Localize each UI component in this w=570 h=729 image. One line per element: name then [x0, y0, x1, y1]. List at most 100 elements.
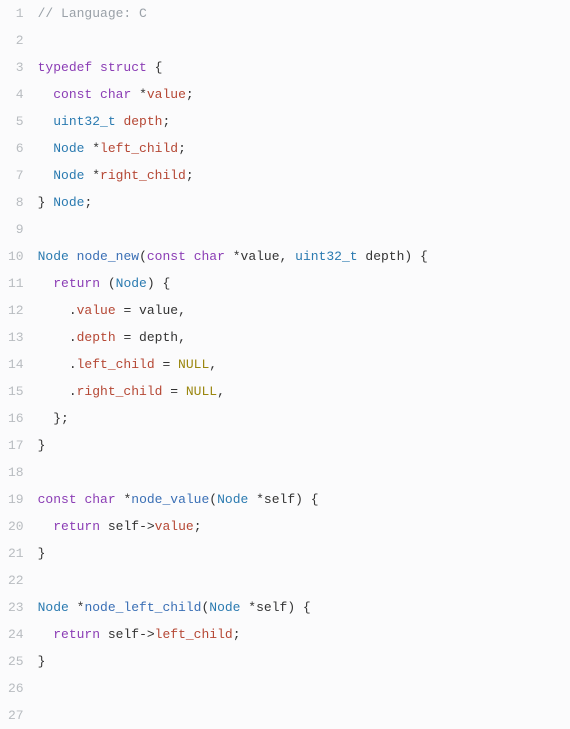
code-line: return (Node) { [38, 270, 560, 297]
code-line: .value = value, [38, 297, 560, 324]
punct-token: . [38, 303, 77, 318]
code-content[interactable]: // Language: C typedef struct { const ch… [38, 0, 570, 729]
code-line [38, 702, 560, 729]
punct-token: * [248, 492, 264, 507]
ident-token: value [139, 303, 178, 318]
keyword-token: const [147, 249, 186, 264]
function-token: node_new [77, 249, 139, 264]
code-line: uint32_t depth; [38, 108, 560, 135]
punct-token: ; [186, 87, 194, 102]
type-token: Node [53, 195, 84, 210]
line-number: 6 [8, 135, 24, 162]
code-editor: 1 2 3 4 5 6 7 8 9 10 11 12 13 14 15 16 1… [0, 0, 570, 729]
punct-token: , [178, 330, 186, 345]
type-token: Node [53, 168, 84, 183]
line-number: 13 [8, 324, 24, 351]
code-line: Node *node_left_child(Node *self) { [38, 594, 560, 621]
line-number: 18 [8, 459, 24, 486]
line-number: 5 [8, 108, 24, 135]
line-number: 7 [8, 162, 24, 189]
punct-token: } [38, 195, 54, 210]
punct-token: * [225, 249, 241, 264]
punct-token: * [241, 600, 257, 615]
punct-token: ; [233, 627, 241, 642]
line-number: 9 [8, 216, 24, 243]
line-number: 27 [8, 702, 24, 729]
punct-token: ; [84, 195, 92, 210]
punct-token: ) { [287, 600, 310, 615]
line-number-gutter: 1 2 3 4 5 6 7 8 9 10 11 12 13 14 15 16 1… [0, 0, 38, 729]
punct-token: * [69, 600, 85, 615]
op-token: = [116, 303, 139, 318]
code-line: return self->value; [38, 513, 560, 540]
code-line [38, 216, 560, 243]
line-number: 23 [8, 594, 24, 621]
keyword-token: const [53, 87, 92, 102]
punct-token: . [38, 357, 77, 372]
line-number: 20 [8, 513, 24, 540]
keyword-token: return [53, 519, 100, 534]
code-line: Node *right_child; [38, 162, 560, 189]
ident-token: self [256, 600, 287, 615]
field-token: value [77, 303, 116, 318]
keyword-token: struct [100, 60, 147, 75]
field-token: depth [123, 114, 162, 129]
punct-token: , [280, 249, 296, 264]
code-line: } Node; [38, 189, 560, 216]
punct-token: } [38, 546, 46, 561]
code-line: .left_child = NULL, [38, 351, 560, 378]
code-line: } [38, 432, 560, 459]
line-number: 24 [8, 621, 24, 648]
indent [38, 141, 54, 156]
type-token: Node [38, 249, 69, 264]
line-number: 1 [8, 0, 24, 27]
op-token: -> [139, 627, 155, 642]
line-number: 8 [8, 189, 24, 216]
code-line: const char *node_value(Node *self) { [38, 486, 560, 513]
indent [38, 627, 54, 642]
field-token: depth [77, 330, 116, 345]
ident-token: self [264, 492, 295, 507]
type-token: Node [38, 600, 69, 615]
type-token: Node [209, 600, 240, 615]
line-number: 15 [8, 378, 24, 405]
punct-token: * [116, 492, 132, 507]
field-token: left_child [100, 141, 178, 156]
keyword-token: char [194, 249, 225, 264]
ident-token: value [241, 249, 280, 264]
comment-token: // Language: C [38, 6, 147, 21]
punct-token: ; [186, 168, 194, 183]
field-token: value [155, 519, 194, 534]
line-number: 4 [8, 81, 24, 108]
op-token: = [155, 357, 178, 372]
punct-token: ; [194, 519, 202, 534]
ident-token: self [108, 519, 139, 534]
code-line: typedef struct { [38, 54, 560, 81]
indent [38, 276, 54, 291]
punct-token: } [38, 654, 46, 669]
code-line: return self->left_child; [38, 621, 560, 648]
field-token: left_child [155, 627, 233, 642]
space [100, 519, 108, 534]
punct-token: }; [38, 411, 69, 426]
keyword-token: const [38, 492, 77, 507]
indent [38, 114, 54, 129]
line-number: 12 [8, 297, 24, 324]
indent [38, 168, 54, 183]
line-number: 11 [8, 270, 24, 297]
field-token: value [147, 87, 186, 102]
keyword-token: char [84, 492, 115, 507]
ident-token: self [108, 627, 139, 642]
const-token: NULL [178, 357, 209, 372]
line-number: 22 [8, 567, 24, 594]
type-token: uint32_t [295, 249, 357, 264]
code-line [38, 459, 560, 486]
op-token: = [116, 330, 139, 345]
punct-token: ) { [147, 276, 170, 291]
punct-token: ; [162, 114, 170, 129]
ident-token: depth [365, 249, 404, 264]
keyword-token: char [100, 87, 131, 102]
space [186, 249, 194, 264]
punct-token: , [217, 384, 225, 399]
type-token: Node [53, 141, 84, 156]
